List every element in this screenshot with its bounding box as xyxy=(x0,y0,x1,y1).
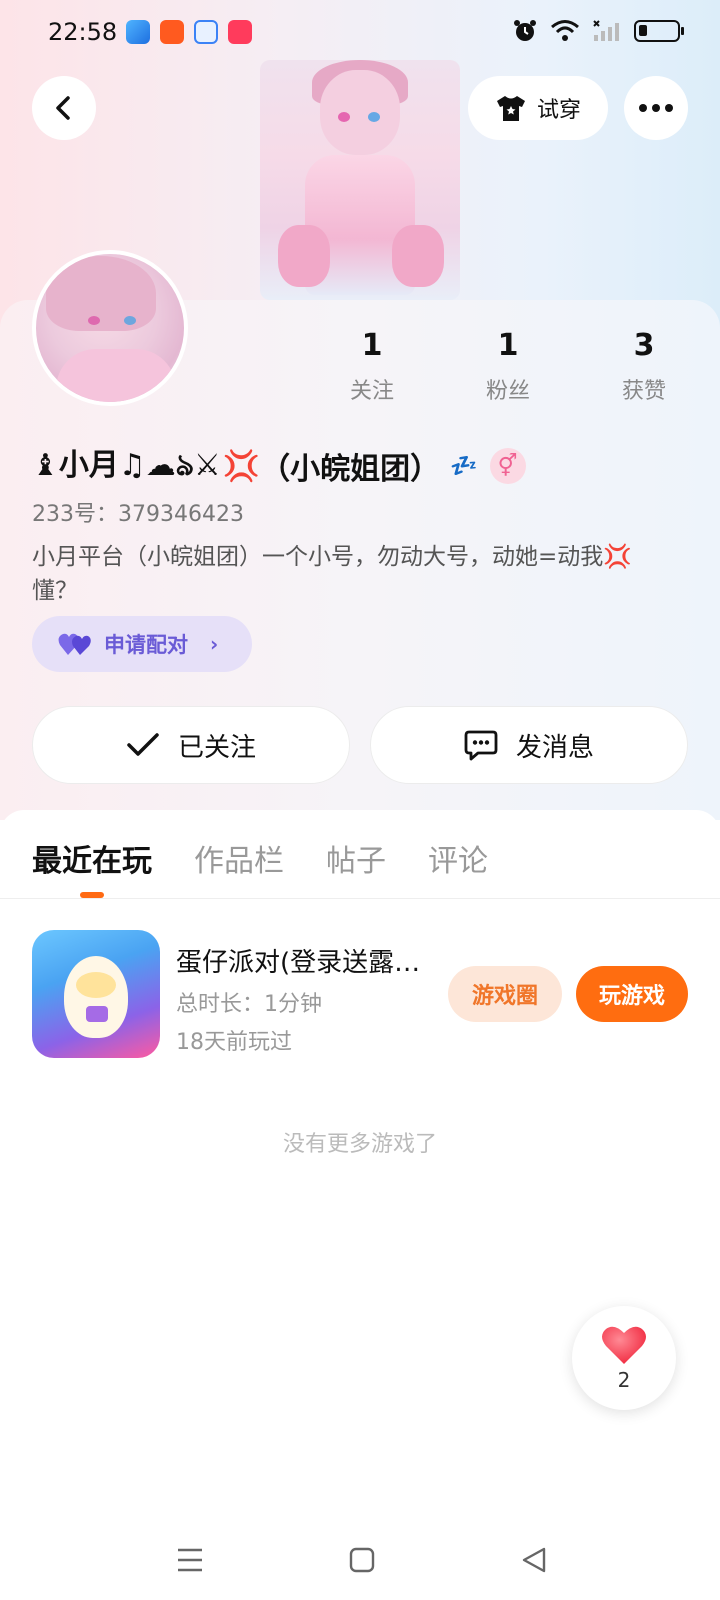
check-icon xyxy=(127,733,159,756)
stat-value: 1 xyxy=(361,328,383,363)
shirt-icon xyxy=(496,96,525,121)
try-on-button[interactable]: 试穿 xyxy=(468,76,608,140)
like-count: 2 xyxy=(617,1368,631,1392)
chat-bubble-icon xyxy=(464,730,498,761)
stat-value: 1 xyxy=(497,328,519,363)
user-id-value: 379346423 xyxy=(118,502,244,527)
status-bar: 22:58 xyxy=(0,0,720,64)
double-heart-icon xyxy=(58,633,91,655)
stat-value: 3 xyxy=(633,328,655,363)
stat-label: 关注 xyxy=(349,379,394,404)
tabs-divider xyxy=(0,898,720,899)
user-id: 233号：379346423 xyxy=(32,496,244,528)
avatar-eye xyxy=(124,316,136,325)
battery-icon xyxy=(634,20,684,42)
like-button[interactable]: 2 xyxy=(572,1306,676,1410)
banner-character-image xyxy=(260,60,460,300)
status-time: 22:58 xyxy=(48,18,118,46)
tab-works[interactable]: 作品栏 xyxy=(194,836,284,880)
stat-likes[interactable]: 3 获赞 xyxy=(584,328,704,405)
stat-label: 粉丝 xyxy=(485,379,530,404)
heart-icon xyxy=(602,1326,646,1364)
username: ♝小月♫☁ঌ⚔ 💢 （小皖姐团） 💤 ⚥ xyxy=(32,440,526,492)
more-button[interactable] xyxy=(624,76,688,140)
game-circle-button[interactable]: 游戏圈 xyxy=(448,966,562,1022)
game-duration: 总时长：1分钟 xyxy=(176,992,322,1017)
more-dots-icon xyxy=(639,104,673,112)
apply-pair-label: 申请配对 xyxy=(104,633,188,657)
apply-pair-button[interactable]: 申请配对 › xyxy=(32,616,252,672)
blue-app-icon xyxy=(126,20,150,44)
game-title[interactable]: 蛋仔派对(登录送露… xyxy=(176,942,420,979)
profile-tabs: 最近在玩 作品栏 帖子 评论 xyxy=(32,836,488,880)
character-eye xyxy=(368,112,380,122)
chevron-right-icon: › xyxy=(210,632,219,656)
user-id-label: 233号： xyxy=(32,502,118,527)
home-square-icon xyxy=(349,1547,375,1573)
game-last-played: 18天前玩过 xyxy=(176,1030,292,1055)
chevron-left-icon xyxy=(56,96,70,120)
user-bio: 小月平台（小皖姐团）一个小号，勿动大号，动她=动我💢懂？ xyxy=(32,544,632,604)
avatar-eye xyxy=(88,316,100,325)
sleep-icon: 💤 xyxy=(450,453,478,479)
back-button[interactable] xyxy=(32,76,96,140)
egg-face xyxy=(76,972,116,998)
send-message-button[interactable]: 发消息 xyxy=(370,706,688,784)
avatar-hair xyxy=(46,256,156,331)
username-suffix: （小皖姐团） xyxy=(260,452,441,487)
menu-icon xyxy=(178,1548,202,1572)
back-triangle-icon xyxy=(522,1547,546,1573)
character-eye xyxy=(338,112,350,122)
tab-posts[interactable]: 帖子 xyxy=(326,836,386,880)
gender-female-icon: ⚥ xyxy=(489,448,526,484)
game-icon-eggy-party[interactable] xyxy=(32,930,160,1058)
search-app-icon xyxy=(194,20,218,44)
system-nav-bar xyxy=(0,1520,720,1600)
wifi-icon xyxy=(551,20,579,41)
no-more-games-text: 没有更多游戏了 xyxy=(282,1132,437,1157)
avatar[interactable] xyxy=(32,250,188,406)
content-panel xyxy=(0,810,720,1600)
back-nav-button[interactable] xyxy=(512,1538,556,1582)
orange-app-icon xyxy=(160,20,184,44)
character-head xyxy=(320,70,400,155)
tab-comments[interactable]: 评论 xyxy=(428,836,488,880)
character-mitten xyxy=(392,225,444,287)
signal-icon xyxy=(593,20,619,41)
home-nav-button[interactable] xyxy=(340,1538,384,1582)
send-message-label: 发消息 xyxy=(515,732,594,763)
followed-button[interactable]: 已关注 xyxy=(32,706,350,784)
play-game-button[interactable]: 玩游戏 xyxy=(576,966,688,1022)
character-mitten xyxy=(278,225,330,287)
anger-emoji: 💢 xyxy=(222,448,261,484)
try-on-label: 试穿 xyxy=(536,98,581,123)
stat-followers[interactable]: 1 粉丝 xyxy=(448,328,568,405)
alarm-icon xyxy=(514,20,536,41)
stat-following[interactable]: 1 关注 xyxy=(312,328,432,405)
username-prefix: ♝小月♫☁ঌ⚔ xyxy=(32,448,221,483)
avatar-body xyxy=(56,349,176,402)
egg-badge xyxy=(86,1006,108,1022)
video-app-icon xyxy=(228,20,252,44)
followed-label: 已关注 xyxy=(177,732,256,763)
tab-recently-played[interactable]: 最近在玩 xyxy=(32,836,152,880)
menu-nav-button[interactable] xyxy=(168,1538,212,1582)
status-icons xyxy=(512,18,684,44)
stat-label: 获赞 xyxy=(621,379,666,404)
